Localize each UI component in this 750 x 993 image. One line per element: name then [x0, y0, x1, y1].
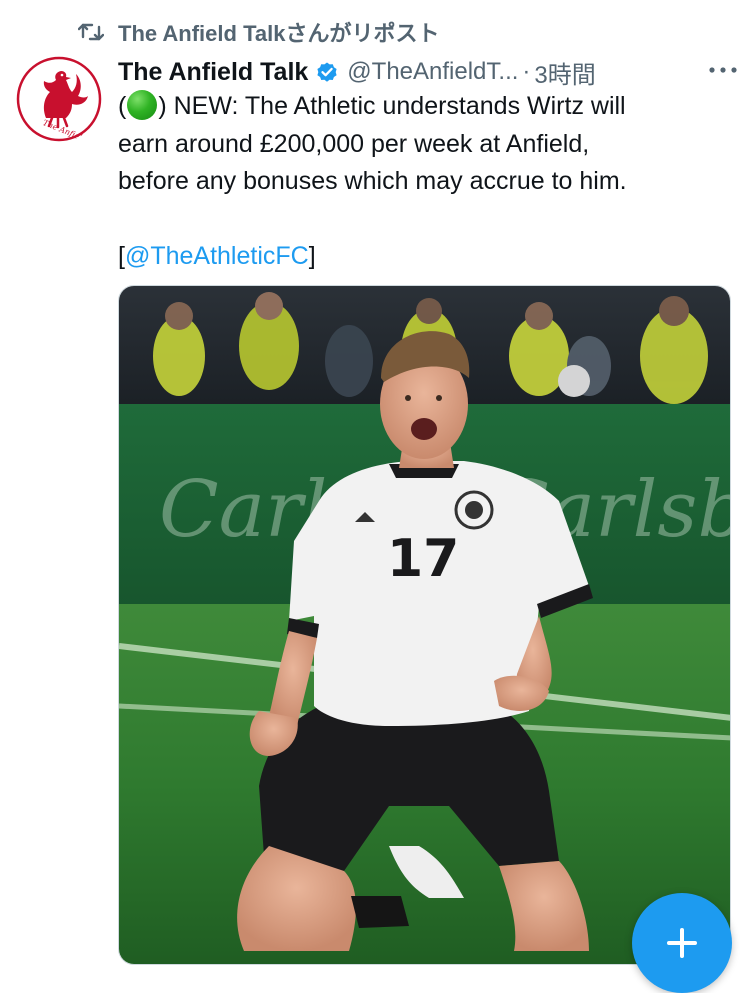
tweet-line-1: ( ) NEW: The Athletic understands Wirtz w… — [118, 88, 738, 126]
plus-icon — [667, 928, 697, 958]
user-handle[interactable]: @TheAnfieldT... — [347, 58, 518, 86]
separator-dot: · — [522, 58, 531, 85]
timestamp[interactable]: 3時間 — [534, 55, 595, 90]
display-name[interactable]: The Anfield Talk — [118, 58, 308, 87]
verified-badge-icon[interactable] — [315, 60, 339, 84]
repost-label: The Anfield Talkさんがリポスト — [118, 21, 440, 46]
shirt-number: 17 — [387, 529, 459, 589]
repost-indicator[interactable]: The Anfield Talkさんがリポスト — [78, 16, 439, 48]
more-options-icon[interactable] — [708, 64, 738, 76]
tweet-media-photo[interactable]: Carlsberg Carlsberg 17 — [118, 285, 731, 965]
tweet-line-1-text: ) NEW: The Athletic understands Wirtz wi… — [158, 92, 626, 120]
bracket-open: [ — [118, 242, 125, 270]
paren-open: ( — [118, 92, 127, 120]
tweet-line-3: before any bonuses which may accrue to h… — [118, 167, 627, 195]
bracket-close: ] — [308, 242, 316, 270]
compose-button[interactable] — [632, 893, 732, 993]
tweet-body: ( ) NEW: The Athletic understands Wirtz w… — [118, 88, 738, 276]
player-celebration-image: Carlsberg Carlsberg 17 — [119, 286, 730, 964]
tweet-header: The Anfield Talk @TheAnfieldT... · 3時間 — [118, 54, 738, 90]
tweet-line-2: earn around £200,000 per week at Anfield… — [118, 129, 590, 158]
repost-icon — [78, 23, 104, 41]
tweet-line-mention: [@TheAthleticFC] — [118, 238, 738, 276]
tweet-blank-line — [118, 201, 738, 239]
green-circle-emoji-icon — [127, 90, 158, 120]
avatar[interactable]: The Anfield Talk — [16, 56, 102, 142]
mention-link[interactable]: @TheAthleticFC — [125, 242, 309, 270]
liverbird-logo: The Anfield Talk — [16, 56, 102, 142]
